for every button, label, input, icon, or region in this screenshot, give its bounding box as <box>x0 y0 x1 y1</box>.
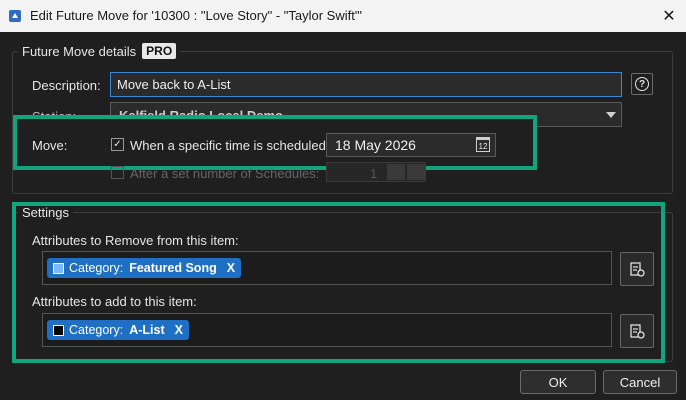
help-icon: ? <box>635 77 649 91</box>
app-icon <box>9 10 21 22</box>
schedules-value: 1 <box>370 166 378 181</box>
after-schedules-checkbox[interactable] <box>111 166 124 179</box>
description-label: Description: <box>32 78 101 93</box>
schedules-spinner[interactable]: 1 <box>326 162 426 182</box>
ok-label: OK <box>548 374 568 390</box>
close-icon: ✕ <box>662 8 676 25</box>
chevron-down-icon <box>606 112 616 118</box>
move-highlight-box <box>13 115 537 170</box>
window-title: Edit Future Move for '10300 : "Love Stor… <box>30 8 362 23</box>
spinner-up-button[interactable] <box>407 164 425 180</box>
future-move-details-legend: Future Move details PRO <box>18 43 181 59</box>
close-button[interactable]: ✕ <box>656 4 682 28</box>
pro-badge: PRO <box>142 43 177 59</box>
cancel-label: Cancel <box>619 374 661 390</box>
help-button[interactable]: ? <box>631 73 653 95</box>
cancel-button[interactable]: Cancel <box>603 370 677 394</box>
details-legend-text: Future Move details <box>22 43 137 59</box>
description-value: Move back to A-List <box>117 77 231 92</box>
spinner-down-button[interactable] <box>387 164 405 180</box>
settings-highlight-box <box>12 202 665 363</box>
description-input[interactable]: Move back to A-List <box>110 72 622 97</box>
after-schedules-label: After a set number of Schedules: <box>130 166 320 181</box>
ok-button[interactable]: OK <box>520 370 596 394</box>
